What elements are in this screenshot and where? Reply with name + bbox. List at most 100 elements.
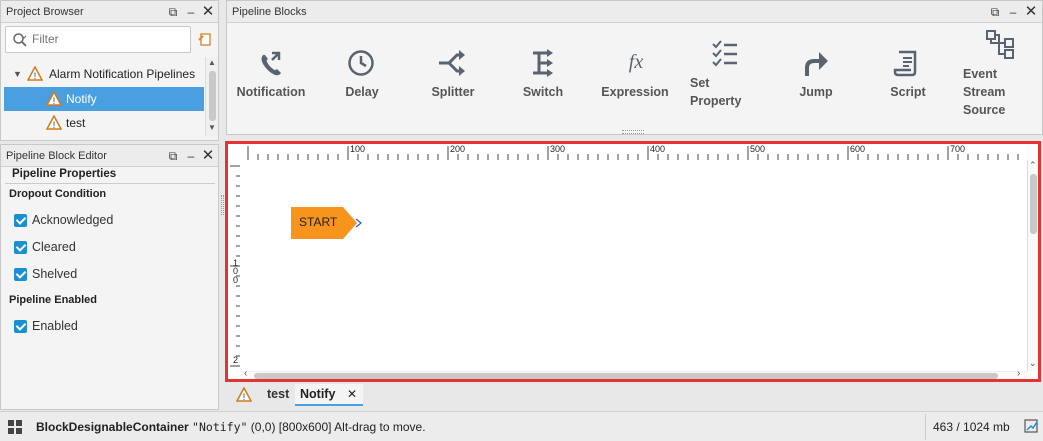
enabled-label: Enabled bbox=[32, 319, 78, 333]
ruler-x-label: 200 bbox=[450, 144, 466, 154]
block-editor-title: Pipeline Block Editor bbox=[6, 150, 107, 162]
network-icon bbox=[986, 30, 1014, 59]
project-browser-header: Project Browser ⧉ – ✕ bbox=[1, 1, 218, 23]
block-expression[interactable]: fx Expression bbox=[590, 29, 680, 129]
properties-divider bbox=[5, 183, 215, 184]
tree-item-test[interactable]: ! test bbox=[4, 111, 204, 135]
block-notification[interactable]: Notification bbox=[227, 29, 317, 129]
ruler-y-label: 0 bbox=[233, 275, 239, 285]
svg-text:!: ! bbox=[34, 71, 37, 81]
acknowledged-checkbox[interactable] bbox=[14, 214, 27, 227]
start-output-port[interactable] bbox=[355, 218, 363, 228]
tree-item-notify-label: Notify bbox=[66, 92, 97, 106]
minimize-icon[interactable]: – bbox=[183, 148, 199, 164]
scroll-down-arrow[interactable]: ⌄ bbox=[1029, 358, 1037, 369]
scroll-down-arrow[interactable]: ▼ bbox=[208, 123, 216, 132]
status-divider bbox=[925, 414, 926, 440]
clock-icon bbox=[348, 50, 374, 76]
minimize-icon[interactable]: – bbox=[1005, 4, 1021, 20]
cleared-checkbox[interactable] bbox=[14, 241, 27, 254]
scroll-up-arrow[interactable]: ⌃ bbox=[1029, 160, 1037, 171]
memory-icon[interactable] bbox=[1023, 418, 1039, 434]
start-block[interactable]: START bbox=[291, 207, 357, 239]
resize-grip[interactable] bbox=[622, 130, 644, 134]
float-icon[interactable]: ⧉ bbox=[165, 148, 181, 164]
tree-item-notify[interactable]: ! Notify bbox=[4, 87, 204, 111]
grid-icon[interactable] bbox=[8, 420, 22, 434]
tree-root[interactable]: ▼ ! Alarm Notification Pipelines bbox=[11, 62, 207, 86]
svg-text:!: ! bbox=[53, 120, 56, 130]
status-detail: (0,0) [800x600] Alt-drag to move. bbox=[247, 420, 426, 434]
enabled-checkbox[interactable] bbox=[14, 320, 27, 333]
block-editor-panel: Pipeline Block Editor ⧉ – ✕ Pipeline Pro… bbox=[0, 144, 219, 410]
minimize-icon[interactable]: – bbox=[183, 4, 199, 20]
block-jump[interactable]: Jump bbox=[772, 29, 862, 129]
status-code: "Notify" bbox=[192, 420, 248, 434]
filter-input[interactable] bbox=[32, 32, 182, 46]
project-browser-title: Project Browser bbox=[6, 6, 84, 18]
ruler-x-label: 400 bbox=[650, 144, 666, 154]
jump-arrow-icon bbox=[805, 52, 828, 76]
block-switch[interactable]: Switch bbox=[499, 29, 589, 129]
new-folder-icon[interactable] bbox=[197, 31, 213, 47]
block-notification-label: Notification bbox=[236, 85, 306, 99]
block-delay-label: Delay bbox=[345, 85, 379, 99]
phone-arrow-icon bbox=[261, 51, 281, 76]
block-script[interactable]: Script bbox=[863, 29, 953, 129]
svg-text:fx: fx bbox=[629, 51, 644, 73]
close-tab-icon[interactable]: ✕ bbox=[347, 387, 357, 401]
pipeline-icon: ! bbox=[46, 115, 62, 130]
float-icon[interactable]: ⧉ bbox=[987, 4, 1003, 20]
tree-scrollbar[interactable]: ▲ ▼ bbox=[205, 57, 218, 136]
shelved-checkbox[interactable] bbox=[14, 268, 27, 281]
start-label: START bbox=[299, 215, 338, 229]
filter-field[interactable] bbox=[5, 26, 191, 53]
block-set-property-label: Set Property bbox=[690, 76, 742, 108]
block-splitter-label: Splitter bbox=[431, 85, 475, 99]
script-icon bbox=[893, 50, 917, 77]
designer-canvas[interactable]: 100 200 300 400 500 600 700 1 0 0 2 START ⌃ ⌄ … bbox=[225, 141, 1041, 382]
pipeline-properties-tab[interactable]: Pipeline Properties bbox=[12, 168, 116, 180]
fx-icon: fx bbox=[629, 51, 644, 73]
pipeline-icon: ! bbox=[46, 91, 62, 106]
block-jump-label: Jump bbox=[799, 85, 833, 99]
scroll-thumb[interactable] bbox=[254, 373, 998, 379]
status-class: BlockDesignableContainer bbox=[36, 420, 193, 434]
tree-item-test-label: test bbox=[66, 116, 86, 130]
canvas-horizontal-scrollbar[interactable]: ‹ › bbox=[240, 368, 1027, 379]
close-icon[interactable]: ✕ bbox=[200, 148, 216, 164]
close-icon[interactable]: ✕ bbox=[200, 4, 216, 20]
scroll-up-arrow[interactable]: ▲ bbox=[208, 58, 216, 67]
tab-test[interactable]: test bbox=[267, 387, 289, 401]
expand-arrow-icon[interactable]: ▼ bbox=[13, 62, 22, 86]
tab-notify[interactable]: Notify ✕ bbox=[295, 384, 363, 406]
block-event-stream-source[interactable]: Event Stream Source bbox=[957, 29, 1043, 129]
canvas-vertical-scrollbar[interactable]: ⌃ ⌄ bbox=[1027, 160, 1038, 371]
block-delay[interactable]: Delay bbox=[317, 29, 407, 129]
block-editor-header: Pipeline Block Editor ⧉ – ✕ bbox=[1, 145, 218, 167]
block-switch-label: Switch bbox=[522, 85, 564, 99]
project-browser-panel: Project Browser ⧉ – ✕ ▼ ! Alarm Notifica… bbox=[0, 0, 219, 141]
svg-text:!: ! bbox=[53, 96, 56, 106]
ruler-x-label: 300 bbox=[550, 144, 566, 154]
scroll-right-arrow[interactable]: › bbox=[1017, 368, 1020, 379]
block-event-stream-source-label: Event Stream Source bbox=[963, 67, 1006, 117]
memory-usage[interactable]: 463 / 1024 mb bbox=[933, 420, 1010, 434]
tab-notify-label: Notify bbox=[300, 387, 336, 401]
ruler-x-label: 700 bbox=[950, 144, 966, 154]
close-icon[interactable]: ✕ bbox=[1023, 4, 1039, 20]
block-splitter[interactable]: Splitter bbox=[409, 29, 499, 129]
status-bar: BlockDesignableContainer "Notify" (0,0) … bbox=[0, 411, 1043, 441]
float-icon[interactable]: ⧉ bbox=[165, 4, 181, 20]
ruler-y-label: 2 bbox=[233, 355, 239, 365]
canvas-left-grip[interactable] bbox=[221, 195, 224, 215]
split-arrows-icon bbox=[439, 50, 465, 76]
scroll-left-arrow[interactable]: ‹ bbox=[244, 368, 247, 379]
block-set-property[interactable]: Set Property bbox=[687, 29, 777, 129]
dropout-condition-title: Dropout Condition bbox=[9, 188, 107, 200]
switch-icon bbox=[533, 49, 553, 77]
scroll-thumb[interactable] bbox=[209, 71, 216, 121]
designer-tab-bar: ! test Notify ✕ bbox=[228, 384, 1041, 406]
scroll-thumb[interactable] bbox=[1030, 174, 1037, 234]
block-expression-label: Expression bbox=[601, 85, 669, 99]
